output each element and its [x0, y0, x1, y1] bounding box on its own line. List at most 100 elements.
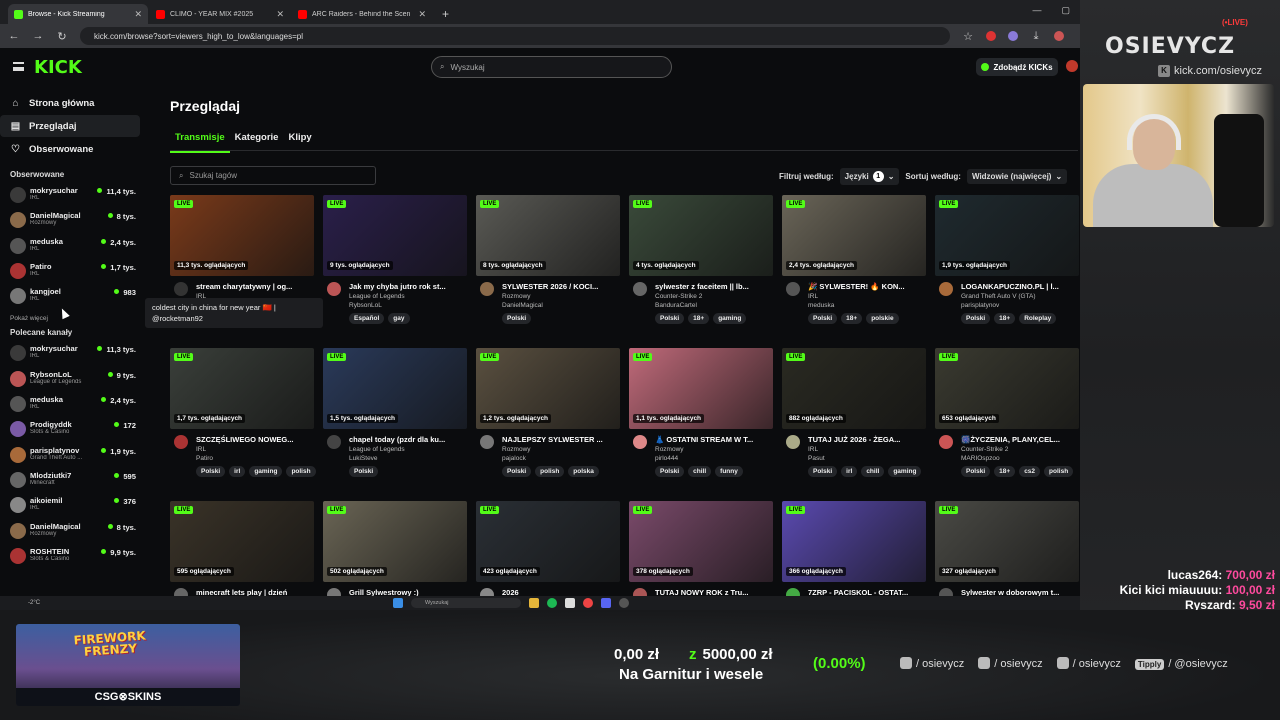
close-tab-icon[interactable]: ✕: [418, 9, 426, 20]
tag-chip[interactable]: gaming: [713, 313, 747, 324]
stream-thumbnail[interactable]: LIVE 9 tys. oglądających: [323, 195, 467, 276]
languages-filter-dropdown[interactable]: Języki 1 ⌄: [839, 168, 900, 185]
stream-thumbnail[interactable]: LIVE 8 tys. oglądających: [476, 195, 620, 276]
tag-chip[interactable]: Polski: [961, 466, 991, 477]
avatar[interactable]: [327, 435, 341, 449]
stream-title[interactable]: 🎆ŻYCZENIA, PLANY,CEL...: [961, 435, 1079, 444]
file-explorer-icon[interactable]: [529, 598, 539, 608]
stream-card[interactable]: LIVE 595 oglądających minecraft lets play …: [170, 501, 314, 610]
sidebar-item-browse[interactable]: ▤ Przeglądaj: [0, 115, 140, 137]
stream-thumbnail[interactable]: LIVE 502 oglądających: [323, 501, 467, 582]
close-tab-icon[interactable]: ✕: [134, 9, 142, 20]
stream-channel-name[interactable]: Patiro: [196, 455, 314, 462]
avatar[interactable]: [174, 282, 188, 296]
obs-icon[interactable]: [619, 598, 629, 608]
profile-avatar[interactable]: [1054, 31, 1064, 41]
stream-channel-name[interactable]: meduska: [808, 302, 926, 309]
avatar[interactable]: [939, 282, 953, 296]
stream-thumbnail[interactable]: LIVE 1,7 tys. oglądających: [170, 348, 314, 429]
stream-title[interactable]: Jak my chyba jutro rok st...: [349, 282, 467, 291]
sidebar-channel[interactable]: DanielMagical Rozmowy 8 tys.: [0, 209, 150, 234]
sidebar-channel[interactable]: meduska IRL 2,4 tys.: [0, 235, 150, 260]
stream-category[interactable]: Rozmowy: [502, 446, 620, 453]
tag-chip[interactable]: Polski: [655, 313, 685, 324]
app-icon[interactable]: [565, 598, 575, 608]
sidebar-channel[interactable]: Prodigyddk Slots & Casino 172: [0, 418, 150, 443]
back-icon[interactable]: ←: [8, 30, 20, 42]
stream-title[interactable]: SYLWESTER 2026 / KOCI...: [502, 282, 620, 291]
taskbar-search[interactable]: Wyszukaj: [411, 598, 521, 608]
tag-chip[interactable]: Polski: [502, 466, 532, 477]
extension-icon[interactable]: [986, 31, 996, 41]
stream-thumbnail[interactable]: LIVE 423 oglądających: [476, 501, 620, 582]
sidebar-channel[interactable]: Mlodziutki7 Minecraft 595: [0, 469, 150, 494]
sidebar-channel[interactable]: Patiro IRL 1,7 tys.: [0, 260, 150, 285]
stream-channel-name[interactable]: MARIOspzoo: [961, 455, 1079, 462]
tag-chip[interactable]: Polski: [655, 466, 685, 477]
menu-icon[interactable]: [13, 62, 24, 71]
stream-category[interactable]: IRL: [808, 293, 926, 300]
stream-card[interactable]: LIVE 327 oglądających Sylwester w doborowy…: [935, 501, 1079, 610]
tag-chip[interactable]: cs2: [1019, 466, 1041, 477]
bookmark-star-icon[interactable]: ☆: [962, 30, 974, 43]
stream-thumbnail[interactable]: LIVE 595 oglądających: [170, 501, 314, 582]
stream-channel-name[interactable]: Pasut: [808, 455, 926, 462]
download-icon[interactable]: ⤓: [1030, 30, 1042, 43]
stream-channel-name[interactable]: DanielMagical: [502, 302, 620, 309]
tag-chip[interactable]: polish: [535, 466, 565, 477]
sidebar-channel[interactable]: meduska IRL 2,4 tys.: [0, 393, 150, 418]
sidebar-channel[interactable]: RybsonLoL League of Legends 9 tys.: [0, 368, 150, 393]
spotify-icon[interactable]: [547, 598, 557, 608]
search-input[interactable]: ⌕ Wyszukaj: [431, 56, 672, 78]
stream-thumbnail[interactable]: LIVE 882 oglądających: [782, 348, 926, 429]
close-tab-icon[interactable]: ✕: [276, 9, 284, 20]
sort-dropdown[interactable]: Widzowie (najwięcej) ⌄: [966, 169, 1068, 184]
discord-icon[interactable]: [601, 598, 611, 608]
stream-title[interactable]: LOGANKAPUCZINO.PL | l...: [961, 282, 1079, 291]
stream-category[interactable]: Rozmowy: [502, 293, 620, 300]
stream-category[interactable]: Rozmowy: [655, 446, 773, 453]
stream-card[interactable]: LIVE 502 oglądających Grill Sylwestrowy :): [323, 501, 467, 610]
stream-card[interactable]: LIVE 378 oglądających TUTAJ NOWY ROK z Tru…: [629, 501, 773, 610]
get-kicks-button[interactable]: Zdobądź KICKs: [976, 58, 1058, 76]
tag-search-input[interactable]: ⌕ Szukaj tagów: [170, 166, 376, 185]
new-tab-button[interactable]: +: [434, 4, 457, 24]
tag-chip[interactable]: Polski: [808, 313, 838, 324]
stream-channel-name[interactable]: pajalock: [502, 455, 620, 462]
avatar[interactable]: [633, 435, 647, 449]
tag-chip[interactable]: gaming: [888, 466, 922, 477]
stream-title[interactable]: TUTAJ JUŻ 2026 - ŻEGA...: [808, 435, 926, 444]
stream-card[interactable]: LIVE 423 oglądających 2026: [476, 501, 620, 610]
avatar[interactable]: [786, 282, 800, 296]
tag-chip[interactable]: 18+: [994, 313, 1016, 324]
stream-thumbnail[interactable]: LIVE 1,5 tys. oglądających: [323, 348, 467, 429]
kick-logo[interactable]: KICK: [34, 57, 82, 78]
tag-chip[interactable]: chill: [861, 466, 885, 477]
stream-card[interactable]: LIVE 1,5 tys. oglądających chapel today (p…: [323, 348, 467, 489]
stream-thumbnail[interactable]: LIVE 2,4 tys. oglądających: [782, 195, 926, 276]
stream-thumbnail[interactable]: LIVE 366 oglądających: [782, 501, 926, 582]
tag-chip[interactable]: irl: [229, 466, 246, 477]
stream-card[interactable]: LIVE 882 oglądających TUTAJ JUŻ 2026 - ŻEG…: [782, 348, 926, 489]
stream-card[interactable]: LIVE 1,9 tys. oglądających LOGANKAPUCZINO.…: [935, 195, 1079, 336]
stream-category[interactable]: Counter-Strike 2: [961, 446, 1079, 453]
maximize-icon[interactable]: ▢: [1061, 5, 1070, 16]
tag-chip[interactable]: funny: [715, 466, 743, 477]
stream-card[interactable]: LIVE 653 oglądających 🎆ŻYCZENIA, PLANY,CEL…: [935, 348, 1079, 489]
stream-card[interactable]: LIVE 8 tys. oglądających SYLWESTER 2026 / …: [476, 195, 620, 336]
tag-chip[interactable]: irl: [841, 466, 858, 477]
stream-title[interactable]: 🎉 SYLWESTER! 🔥 KON...: [808, 282, 926, 291]
stream-title[interactable]: 👗 OSTATNI STREAM W T...: [655, 435, 773, 444]
avatar[interactable]: [786, 435, 800, 449]
tab-youtube-1[interactable]: CLIMO - YEAR MIX #2025 ✕: [150, 4, 290, 24]
stream-category[interactable]: Counter-Strike 2: [655, 293, 773, 300]
tag-chip[interactable]: gay: [388, 313, 410, 324]
stream-thumbnail[interactable]: LIVE 327 oglądających: [935, 501, 1079, 582]
windows-start-icon[interactable]: [393, 598, 403, 608]
tag-chip[interactable]: 18+: [994, 466, 1016, 477]
forward-icon[interactable]: →: [32, 30, 44, 42]
sidebar-channel[interactable]: parisplatynov Grand Theft Auto ... 1,9 tys…: [0, 444, 150, 469]
tag-chip[interactable]: Roleplay: [1019, 313, 1057, 324]
minimize-icon[interactable]: —: [1032, 5, 1041, 16]
stream-category[interactable]: IRL: [196, 446, 314, 453]
